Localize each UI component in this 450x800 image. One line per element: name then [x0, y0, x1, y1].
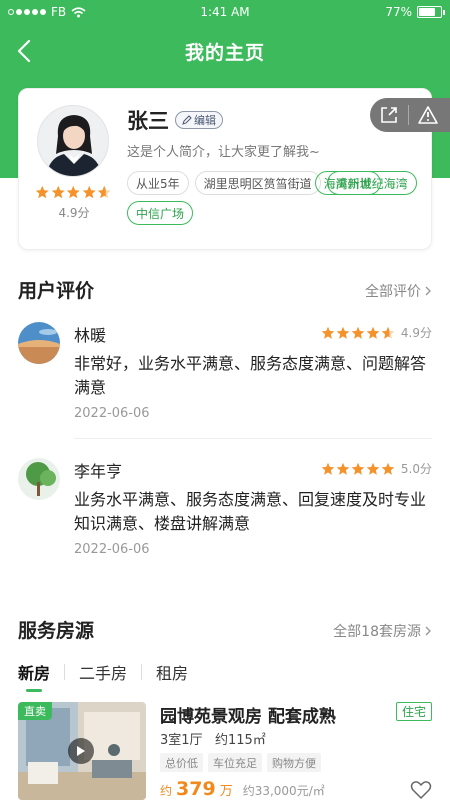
star-icon: [51, 185, 65, 199]
battery-area: 77%: [385, 5, 445, 19]
listing-spec: 3室1厅 约115㎡: [160, 733, 266, 748]
all-reviews-label: 全部评价: [365, 284, 421, 300]
tab-new-homes[interactable]: 新房: [18, 660, 50, 692]
pencil-icon: [182, 115, 192, 125]
star-icon: [66, 185, 80, 199]
review-stars: [321, 326, 395, 340]
listing-title: 园博苑景观房 配套成熟: [160, 707, 336, 727]
battery-icon: [417, 6, 445, 18]
reviews-section-title: 用户评价: [18, 280, 95, 302]
profile-tag[interactable]: 海湾新城: [314, 171, 381, 195]
all-reviews-link[interactable]: 全部评价: [365, 281, 432, 301]
profile-intro: 这是个人简介，让大家更了解我~: [127, 145, 320, 160]
favorite-button[interactable]: [410, 780, 432, 800]
heart-icon: [410, 781, 432, 799]
nav-bar: 我的主页: [0, 26, 450, 76]
status-bar: FB 1:41 AM 77%: [0, 0, 450, 26]
reviewer-name: 李年亨: [74, 462, 123, 481]
price-prefix: 约: [160, 784, 173, 798]
direct-sale-badge: 直卖: [18, 702, 52, 720]
listing-price: 约 379 万 约33,000元/㎡: [160, 778, 325, 800]
price-unit: 万: [219, 784, 233, 799]
property-type-badge: 住宅: [395, 702, 432, 721]
warning-icon: [418, 106, 438, 124]
play-video-button[interactable]: [68, 738, 94, 764]
listings-section-title: 服务房源: [18, 620, 95, 642]
star-icon: [336, 462, 350, 475]
chevron-right-icon: [425, 286, 431, 296]
listing-tabs: 新房 二手房 租房: [18, 660, 188, 692]
star-icon: [351, 326, 365, 339]
profile-tag[interactable]: 中信广场: [127, 201, 194, 225]
review-date: 2022-06-06: [74, 542, 150, 557]
profile-tags: 从业5年 湖里思明区筼筜街道 禹州世纪海湾 海湾新城 中信广场: [127, 171, 427, 225]
profile-score: 4.9分: [58, 206, 90, 220]
profile-tag: 从业5年: [127, 171, 189, 195]
clock: 1:41 AM: [200, 5, 250, 19]
star-icon: [381, 326, 395, 339]
review-item: 李年亨 5.0分 业务水平满意、服务态度满意、回复速度及时专业知识满意、楼盘讲解…: [18, 458, 432, 562]
star-icon: [97, 185, 111, 199]
star-icon: [35, 185, 49, 199]
all-listings-label: 全部18套房源: [333, 624, 421, 640]
page-title: 我的主页: [184, 42, 265, 64]
star-icon: [381, 462, 395, 475]
star-icon: [336, 326, 350, 339]
profile-tag: 湖里思明区筼筜街道: [194, 171, 321, 195]
battery-percent: 77%: [385, 5, 412, 19]
edit-profile-button[interactable]: 编辑: [175, 111, 223, 129]
feature-tag: 购物方便: [267, 753, 321, 772]
share-button[interactable]: [370, 98, 408, 132]
agent-name: 张三: [127, 109, 169, 133]
tab-rental[interactable]: 租房: [156, 660, 188, 684]
unit-price: 约33,000元/㎡: [242, 784, 325, 798]
profile-rating-stars: [35, 185, 112, 200]
review-text: 非常好，业务水平满意、服务态度满意、问题解答满意: [74, 354, 427, 397]
reviewer-avatar: [18, 322, 60, 364]
review-date: 2022-06-06: [74, 406, 150, 421]
report-button[interactable]: [409, 98, 447, 132]
avatar[interactable]: [37, 105, 109, 177]
feature-tag: 总价低: [160, 753, 203, 772]
review-stars: [321, 462, 395, 476]
feature-tag: 车位充足: [208, 753, 262, 772]
share-icon: [381, 107, 397, 123]
all-listings-link[interactable]: 全部18套房源: [333, 621, 432, 641]
review-item: 林暖 4.9分 非常好，业务水平满意、服务态度满意、问题解答满意 2022-06…: [18, 322, 432, 426]
tree-photo-icon: [18, 458, 60, 500]
star-icon: [366, 326, 380, 339]
star-icon: [321, 462, 335, 475]
landscape-photo-icon: [18, 322, 60, 364]
star-icon: [321, 326, 335, 339]
price-value: 379: [176, 778, 216, 800]
review-divider: [74, 438, 432, 439]
star-icon: [366, 462, 380, 475]
listing-card[interactable]: 直卖 园博苑景观房 配套成熟 住宅 3室1厅 约115㎡ 总价低 车位充足 购物…: [18, 702, 432, 800]
review-score: 4.9分: [400, 326, 432, 340]
star-icon: [82, 185, 96, 199]
action-pill: [370, 98, 450, 132]
review-text: 业务水平满意、服务态度满意、回复速度及时专业知识满意、楼盘讲解满意: [74, 490, 427, 533]
review-rating: 5.0分: [321, 460, 432, 477]
star-icon: [351, 462, 365, 475]
chevron-right-icon: [425, 626, 431, 636]
review-score: 5.0分: [400, 462, 432, 476]
person-portrait-icon: [38, 106, 108, 176]
edit-label: 编辑: [194, 114, 216, 127]
tab-second-hand[interactable]: 二手房: [79, 660, 127, 684]
reviewer-avatar: [18, 458, 60, 500]
play-icon: [77, 746, 85, 756]
review-rating: 4.9分: [321, 324, 432, 341]
listing-thumbnail[interactable]: 直卖: [18, 702, 146, 800]
reviewer-name: 林暖: [74, 326, 107, 345]
listing-features: 总价低 车位充足 购物方便: [160, 753, 321, 772]
